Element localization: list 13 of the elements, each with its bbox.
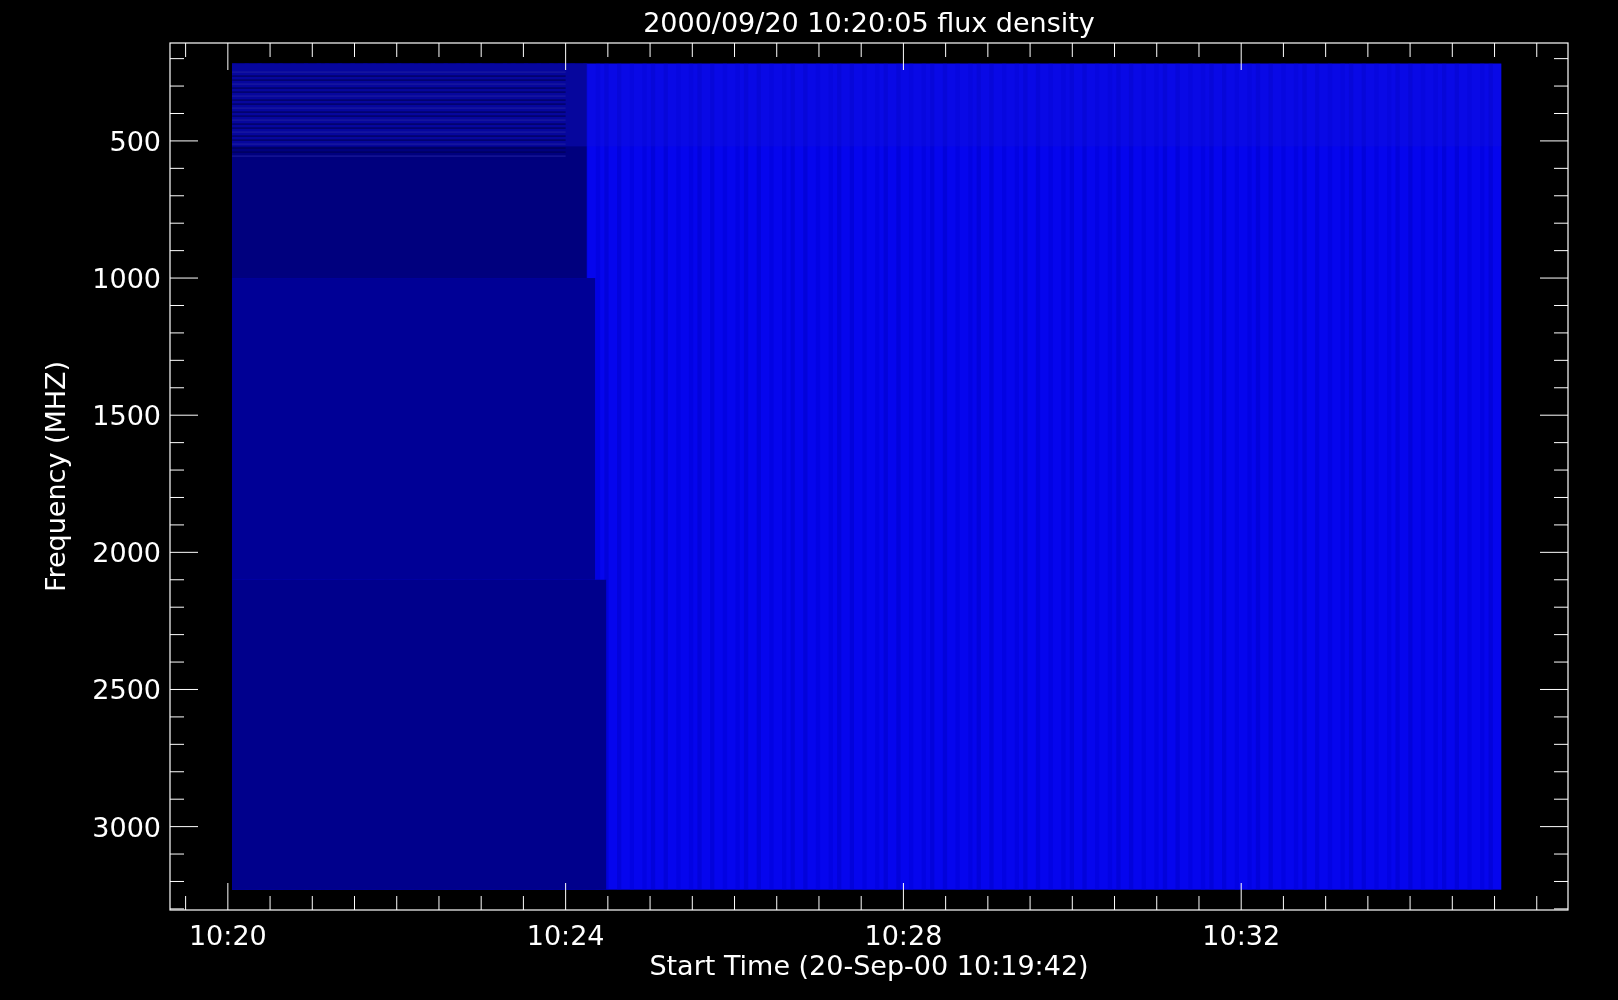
plot-title: 2000/09/20 10:20:05 flux density [643, 7, 1095, 38]
x-tick-label: 10:28 [864, 920, 943, 951]
x-tick-label: 10:32 [1202, 920, 1281, 951]
x-tick-label: 10:20 [188, 920, 267, 951]
y-tick-label: 3000 [92, 811, 161, 843]
y-tick-label: 2000 [92, 537, 161, 569]
x-tick-label: 10:24 [526, 920, 605, 951]
y-tick-label: 1500 [92, 400, 161, 432]
y-tick-label: 1000 [92, 263, 161, 295]
x-axis-label: Start Time (20-Sep-00 10:19:42) [649, 950, 1089, 981]
y-tick-label: 2500 [92, 674, 161, 706]
y-tick-label: 500 [109, 125, 161, 157]
y-axis-label: Frequency (MHZ) [40, 360, 71, 593]
